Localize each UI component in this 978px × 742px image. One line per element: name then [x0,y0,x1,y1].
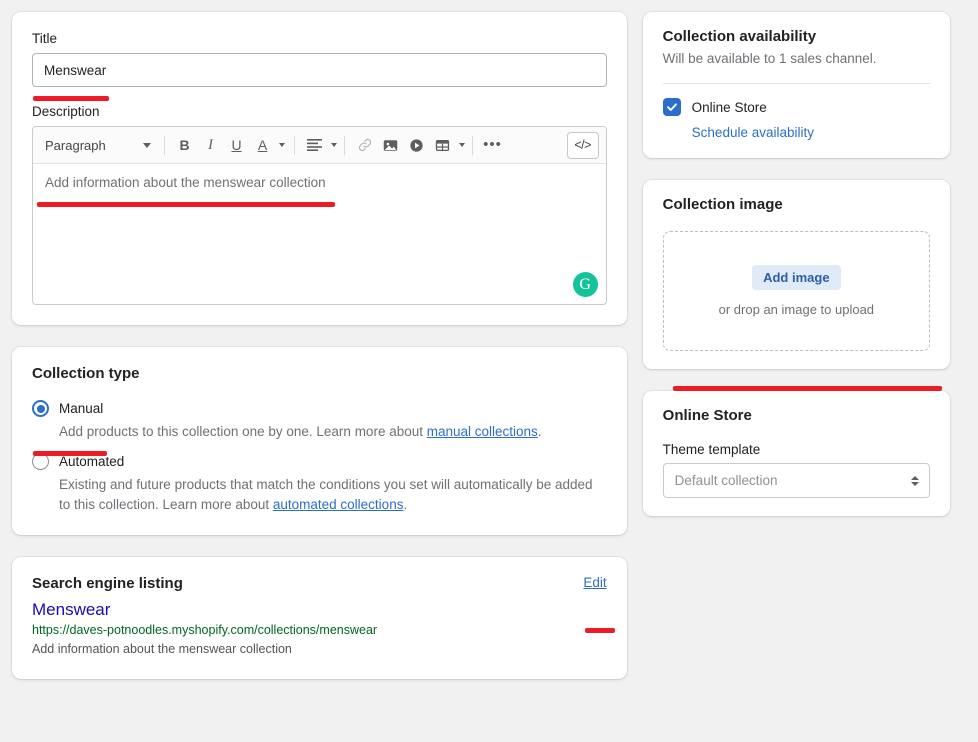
collection-availability-card: Collection availability Will be availabl… [642,12,950,158]
text-color-chevron-down-icon[interactable] [279,143,285,147]
left-column: Title Description Paragraph B I U [12,12,627,730]
online-store-card: Online Store Theme template Default coll… [642,391,950,516]
seo-edit-link[interactable]: Edit [583,575,606,590]
availability-subtext: Will be available to 1 sales channel. [662,51,877,66]
manual-radio-icon[interactable] [32,400,49,417]
add-image-button[interactable]: Add image [752,265,841,290]
right-column: Collection availability Will be availabl… [642,12,950,730]
description-text: Add information about the menswear colle… [45,175,326,190]
toolbar-divider-2 [294,135,295,155]
collection-type-heading: Collection type [32,365,140,382]
manual-radio-row[interactable]: Manual [32,400,607,417]
select-updown-icon [911,475,919,486]
title-input[interactable] [32,53,607,87]
collection-image-card: Collection image Add image or drop an im… [642,180,950,369]
text-color-letter: A [257,137,268,153]
text-color-button[interactable]: A [250,132,275,158]
underline-button[interactable]: U [224,132,249,158]
online-store-label: Online Store [691,99,767,115]
collection-image-heading: Collection image [662,196,783,213]
more-options-icon[interactable]: ••• [480,132,505,158]
italic-button[interactable]: I [198,132,223,158]
block-format-select[interactable]: Paragraph [39,132,157,158]
editor-toolbar: Paragraph B I U A ••• </> [33,127,606,164]
text-style-group: B I U A [172,132,287,158]
manual-radio-label: Manual [59,401,104,416]
seo-preview-description: Add information about the menswear colle… [32,642,292,656]
automated-collections-link[interactable]: automated collections [273,497,404,512]
more-options-dots: ••• [483,136,502,153]
schedule-availability-link[interactable]: Schedule availability [692,125,930,140]
collection-type-card: Collection type Manual Add products to t… [12,347,627,535]
block-format-label: Paragraph [45,137,106,153]
align-group [302,132,337,158]
table-chevron-down-icon[interactable] [459,143,465,147]
align-icon[interactable] [302,132,327,158]
availability-divider [662,83,930,84]
description-editor: Paragraph B I U A ••• </> Add informatio… [32,126,607,305]
seo-preview-url: https://daves-potnoodles.myshopify.com/c… [32,623,378,637]
grammarly-icon[interactable]: G [572,272,598,297]
bold-button[interactable]: B [172,132,197,158]
insert-group [352,132,465,158]
link-icon[interactable] [352,132,377,158]
automated-radio-icon[interactable] [32,453,49,470]
code-view-button[interactable]: </> [566,131,599,159]
title-label: Title [32,31,58,46]
manual-help-suffix: . [537,424,542,439]
video-icon[interactable] [404,132,429,158]
align-chevron-down-icon[interactable] [331,143,337,147]
manual-help-prefix: Add products to this collection one by o… [59,424,427,439]
online-store-channel-row[interactable]: Online Store [662,98,930,116]
seo-card: Search engine listing Edit Menswear http… [12,557,627,679]
toolbar-divider-4 [472,135,473,155]
automated-help-suffix: . [403,497,408,512]
theme-template-label: Theme template [662,442,761,457]
automated-radio-row[interactable]: Automated [32,453,607,470]
automated-radio-help: Existing and future products that match … [59,475,604,515]
theme-template-value: Default collection [674,473,778,488]
description-body[interactable]: Add information about the menswear colle… [33,164,606,304]
online-store-checkbox[interactable] [662,98,681,116]
drop-hint-text: or drop an image to upload [718,302,875,317]
automated-radio-label: Automated [59,454,125,469]
collection-type-option-automated: Automated Existing and future products t… [32,453,607,515]
seo-heading: Search engine listing [32,575,183,592]
collection-type-option-manual: Manual Add products to this collection o… [32,400,607,442]
table-icon[interactable] [430,132,455,158]
manual-radio-help: Add products to this collection one by o… [59,422,604,442]
title-description-card: Title Description Paragraph B I U [12,12,627,325]
image-dropzone[interactable]: Add image or drop an image to upload [662,231,930,351]
online-store-heading: Online Store [662,407,752,424]
description-label: Description [32,104,100,119]
image-icon[interactable] [378,132,403,158]
seo-preview-title[interactable]: Menswear [32,600,607,620]
availability-heading: Collection availability [662,28,817,45]
chevron-down-icon [143,142,151,148]
manual-collections-link[interactable]: manual collections [427,424,538,439]
theme-template-select[interactable]: Default collection [662,463,930,498]
collection-editor-page: Title Description Paragraph B I U [0,0,978,742]
toolbar-divider [164,135,165,155]
seo-header: Search engine listing Edit [32,575,607,592]
toolbar-divider-3 [344,135,345,155]
